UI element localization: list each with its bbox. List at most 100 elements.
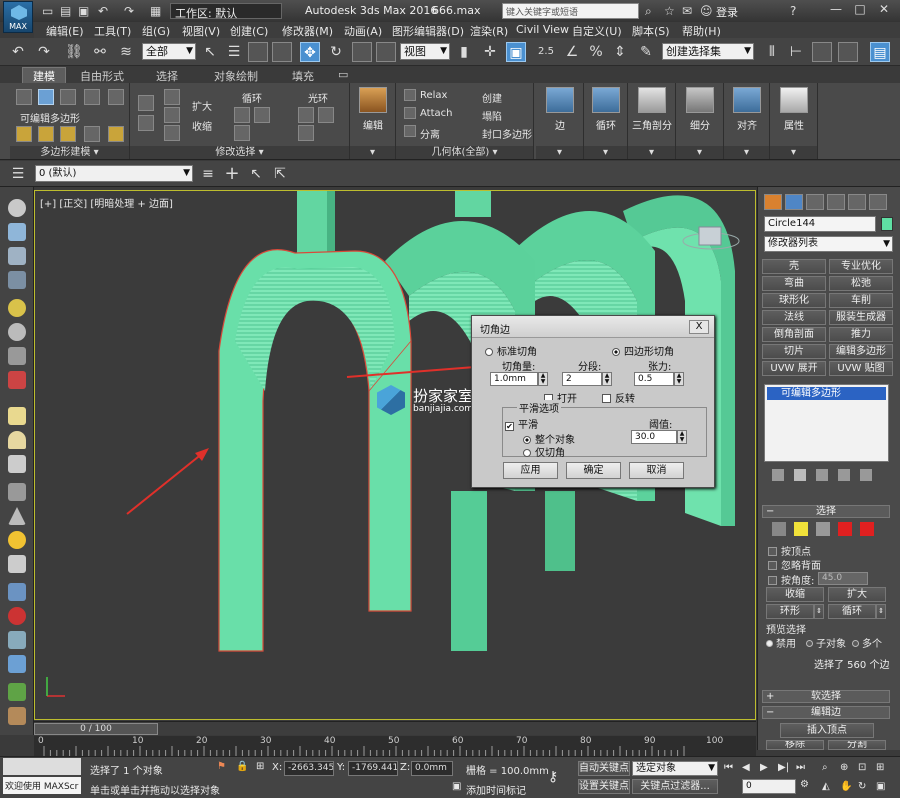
relax-button[interactable]: Relax — [420, 90, 447, 101]
menu-civil-view[interactable]: Civil View — [516, 23, 569, 36]
properties-button[interactable]: 属性 — [772, 85, 816, 143]
loop-button[interactable]: 循环 — [828, 604, 876, 619]
teapot-icon[interactable] — [8, 199, 26, 217]
layer-dropdown[interactable]: 0 (默认) ▼ — [35, 165, 193, 182]
segments-spinner[interactable]: ▲ ▼ — [602, 372, 612, 386]
chamfers-only-radio[interactable]: 仅切角 — [523, 444, 565, 459]
stack-item-editable-poly[interactable]: 可编辑多边形 — [767, 387, 886, 400]
viewport-label[interactable]: [+] [正交] [明暗处理 + 边面] — [40, 195, 173, 210]
plant-icon[interactable] — [8, 683, 26, 701]
help-icon[interactable]: ? — [790, 4, 796, 18]
grass-icon[interactable] — [8, 483, 26, 501]
next-frame-icon[interactable]: ▶| — [778, 762, 789, 773]
sel-icon-b[interactable] — [138, 115, 154, 131]
layer-explorer-icon[interactable] — [812, 42, 832, 62]
curve-editor-icon[interactable]: ▤ — [870, 42, 890, 62]
undo-icon[interactable]: ↶ — [98, 4, 108, 18]
close-window-button[interactable]: ✕ — [874, 2, 894, 19]
modifier-list-dropdown[interactable]: 修改器列表 ▼ — [764, 236, 893, 252]
apply-button[interactable]: 应用 — [503, 462, 558, 479]
loop-spinner[interactable]: ⇕ — [876, 604, 886, 619]
modifier-relax-button[interactable]: 松弛 — [829, 276, 893, 291]
menu-rendering[interactable]: 渲染(R) — [470, 23, 508, 39]
keyboard-shortcut-override-icon[interactable]: ▣ — [506, 42, 526, 62]
tab-modeling[interactable]: 建模 — [22, 67, 66, 83]
login-link[interactable]: 登录 — [716, 4, 738, 20]
angle-input[interactable]: 45.0 — [818, 572, 868, 585]
communication-icon[interactable]: ✉ — [682, 4, 692, 18]
amount-input[interactable]: 1.0mm — [490, 372, 538, 386]
zoom-all-icon[interactable]: ⊕ — [840, 762, 848, 773]
maximize-button[interactable]: □ — [850, 2, 870, 19]
modifier-bend-button[interactable]: 弯曲 — [762, 276, 826, 291]
sel-icon-c[interactable] — [164, 89, 180, 105]
add-to-layer-icon[interactable]: ↖ — [246, 164, 266, 184]
viewport-icon[interactable] — [8, 223, 26, 241]
vertex-icon[interactable] — [772, 522, 786, 536]
panel-footer[interactable]: 修改选择 ▾ — [130, 146, 349, 159]
modifier-lathe-button[interactable]: 车削 — [829, 293, 893, 308]
invert-checkbox[interactable]: 反转 — [602, 390, 635, 405]
isolate-icon[interactable]: ⚑ — [217, 761, 226, 772]
panel-footer[interactable]: ▾ — [770, 146, 817, 159]
menu-graph-editors[interactable]: 图形编辑器(D) — [392, 23, 464, 39]
panel-footer[interactable]: 几何体(全部) ▾ — [396, 146, 533, 159]
maxscript-listener[interactable]: 欢迎使用 MAXScr — [3, 777, 81, 794]
loop-mode-icon[interactable] — [234, 125, 250, 141]
spinner-snap-icon[interactable]: ⇕ — [610, 42, 630, 62]
preview-disabled-radio[interactable]: 禁用 — [766, 635, 796, 650]
collapse-button[interactable]: 塌陷 — [482, 108, 502, 123]
tab-object-paint[interactable]: 对象绘制 — [214, 68, 258, 84]
show-end-result-icon[interactable] — [794, 469, 806, 481]
modifier-uvw-map-button[interactable]: UVW 贴图 — [829, 361, 893, 376]
search-input[interactable]: 键入关键字或短语 — [502, 3, 639, 19]
loop-shrink-icon[interactable] — [254, 107, 270, 123]
utilities-tab-icon[interactable] — [869, 194, 887, 210]
lock-icon[interactable]: 🔒 — [236, 761, 248, 772]
edge-button[interactable]: 边 — [538, 85, 582, 143]
align-icon[interactable]: ⊢ — [786, 42, 806, 62]
sel-icon-d[interactable] — [164, 107, 180, 123]
segments-input[interactable]: 2 — [562, 372, 602, 386]
preview-subobject-radio[interactable]: 子对象 — [806, 635, 846, 650]
display-tab-icon[interactable] — [848, 194, 866, 210]
pan-icon[interactable]: ✋ — [840, 781, 852, 792]
preview-multi-radio[interactable]: 多个 — [852, 635, 882, 650]
add-time-tag-link[interactable]: 添加时间标记 — [466, 782, 526, 797]
tension-input[interactable]: 0.5 — [634, 372, 674, 386]
modifier-normal-button[interactable]: 法线 — [762, 310, 826, 325]
particle-icon[interactable] — [8, 583, 26, 601]
border-mode-icon[interactable] — [60, 89, 76, 105]
attach-button[interactable]: Attach — [420, 108, 452, 119]
sel-icon-e[interactable] — [164, 125, 180, 141]
modifier-garment-button[interactable]: 服装生成器 — [829, 310, 893, 325]
unlink-icon[interactable]: ⚯ — [90, 42, 110, 62]
loops-button[interactable]: 循环 — [584, 85, 628, 143]
menu-modifiers[interactable]: 修改器(M) — [282, 23, 333, 39]
goto-end-icon[interactable]: ⏭ — [796, 762, 805, 773]
panel-footer[interactable]: ▾ — [536, 146, 583, 159]
hierarchy-tab-icon[interactable] — [806, 194, 824, 210]
threshold-spinner[interactable]: ▲ ▼ — [677, 430, 687, 444]
time-config-icon[interactable]: ⚙ — [800, 779, 809, 790]
window-crossing-icon[interactable] — [272, 42, 292, 62]
edge-mode-icon[interactable] — [38, 89, 54, 105]
selection-filter-dropdown[interactable]: 全部 ▼ — [142, 43, 196, 60]
select-in-layer-icon[interactable]: ⇱ — [270, 164, 290, 184]
ribbon-options-icon[interactable]: ▭ — [338, 68, 348, 81]
search-icon[interactable]: ⌕ — [645, 4, 652, 19]
zoom-extents-icon[interactable]: ⊡ — [858, 762, 866, 773]
loop-button[interactable]: 循环 — [242, 90, 262, 105]
configure-sets-icon[interactable] — [860, 469, 872, 481]
menu-group[interactable]: 组(G) — [142, 23, 170, 39]
grow-button[interactable]: 扩大 — [828, 587, 886, 602]
select-manipulate-icon[interactable]: ✛ — [480, 42, 500, 62]
layer-stack-icon[interactable]: ≡ — [198, 164, 218, 184]
amount-spinner[interactable]: ▲ ▼ — [538, 372, 548, 386]
show-end-result-icon[interactable] — [38, 126, 54, 142]
polygon-mode-icon[interactable] — [84, 89, 100, 105]
preserve-uvs-icon[interactable] — [108, 126, 124, 142]
key-icon[interactable]: ⚷ — [548, 769, 558, 785]
modify-tab-icon[interactable] — [785, 194, 803, 210]
ring-button[interactable]: 光环 — [308, 90, 328, 105]
